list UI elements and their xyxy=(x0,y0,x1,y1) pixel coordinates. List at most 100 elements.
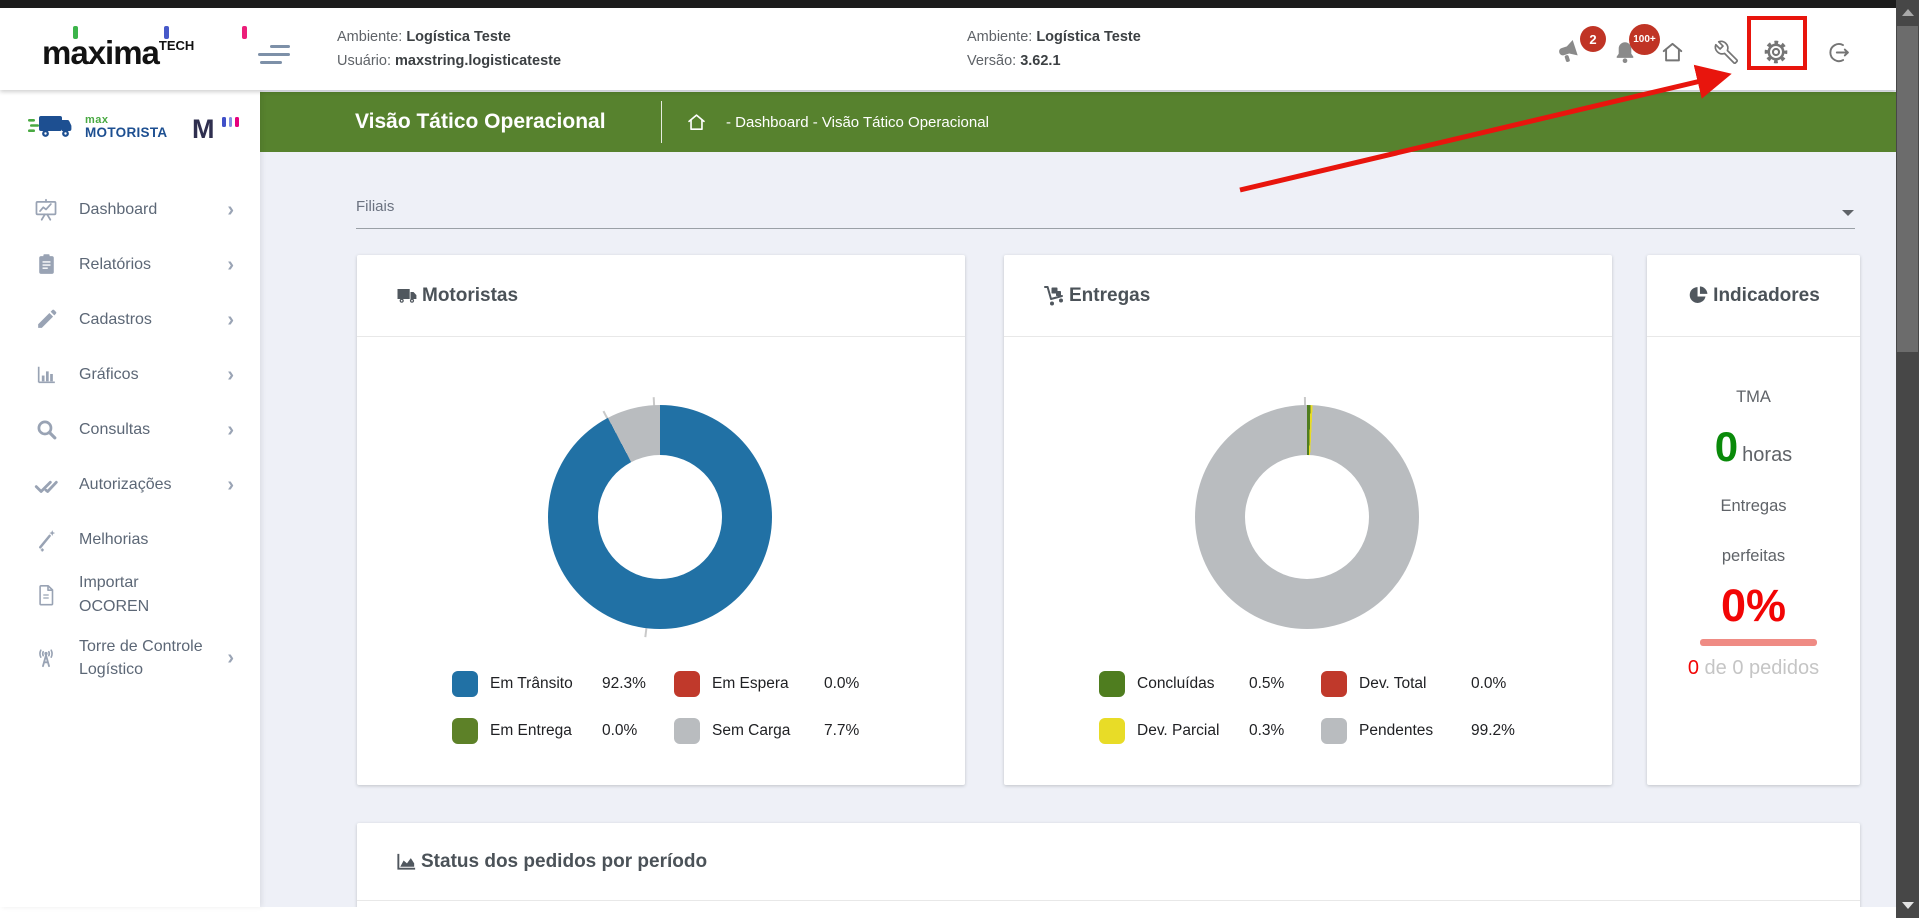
ambiente-value: Logística Teste xyxy=(1036,29,1141,45)
chevron-right-icon: › xyxy=(227,418,234,441)
home-icon[interactable] xyxy=(1659,39,1686,71)
sidebar-item-cadastros[interactable]: Cadastros › xyxy=(0,292,260,347)
document-icon xyxy=(33,582,59,608)
truck-logo-icon xyxy=(28,116,72,137)
indicadores-card: Indicadores TMA 0 horas Entregas perfeita… xyxy=(1647,255,1860,785)
usuario-value: maxstring.logisticateste xyxy=(395,53,562,69)
mini-logo-accents xyxy=(222,117,239,127)
magic-wand-icon xyxy=(33,527,59,553)
clipboard-icon xyxy=(33,252,59,278)
legend-item[interactable]: Dev. Parcial 0.3% xyxy=(1099,707,1321,754)
usuario-label: Usuário: xyxy=(337,53,391,69)
sidebar-item-consultas[interactable]: Consultas › xyxy=(0,402,260,457)
environment-info-right: Ambiente: Logística Teste Versão: 3.62.1 xyxy=(967,25,1141,73)
search-icon xyxy=(33,417,59,443)
legend-swatch xyxy=(1099,717,1125,744)
breadcrumb-home-icon[interactable] xyxy=(685,111,708,139)
entregas-perfeitas-label-1: Entregas xyxy=(1720,497,1787,515)
sidebar-item-relatorios[interactable]: Relatórios › xyxy=(0,237,260,292)
environment-info-left: Ambiente: Logística Teste Usuário: maxst… xyxy=(337,25,561,73)
scroll-down-button[interactable] xyxy=(1896,893,1919,917)
legend-item[interactable]: Pendentes 99.2% xyxy=(1321,707,1543,754)
sidebar-item-label: Relatórios xyxy=(79,255,152,273)
legend-swatch xyxy=(1099,670,1125,697)
sidebar-item-label: Autorizações xyxy=(79,475,172,493)
legend-value: 92.3% xyxy=(602,674,646,692)
legend-swatch xyxy=(674,717,700,744)
announcements-badge: 2 xyxy=(1580,26,1606,52)
chevron-right-icon: › xyxy=(227,647,234,669)
area-chart-icon xyxy=(395,850,418,873)
legend-label: Dev. Total xyxy=(1359,674,1427,692)
dropdown-caret-icon[interactable] xyxy=(1842,210,1854,216)
sidebar-item-torre-controle[interactable]: Torre de Controle Logístico › xyxy=(0,622,260,694)
progress-bar xyxy=(1700,639,1817,646)
card-title: Entregas xyxy=(1069,284,1151,306)
main-content: Visão Tático Operacional - Dashboard - V… xyxy=(260,90,1896,907)
card-title: Indicadores xyxy=(1713,284,1820,306)
chevron-right-icon: › xyxy=(227,198,234,221)
antenna-icon xyxy=(33,645,59,671)
legend-swatch xyxy=(452,670,478,697)
notifications-badge: 100+ xyxy=(1629,24,1660,55)
wrench-icon[interactable] xyxy=(1713,39,1740,71)
vertical-scrollbar[interactable] xyxy=(1896,0,1919,918)
sidebar-item-label: Importar OCOREN xyxy=(79,574,150,615)
donut-hole xyxy=(1245,455,1369,579)
card-title: Motoristas xyxy=(422,284,519,306)
page-header-bar: Visão Tático Operacional - Dashboard - V… xyxy=(260,92,1896,152)
sidebar-item-importar-ocoren[interactable]: Importar OCOREN xyxy=(0,567,260,622)
chevron-right-icon: › xyxy=(227,363,234,386)
legend-item[interactable]: Sem Carga 7.7% xyxy=(674,707,896,754)
pedidos-count-value: 0 xyxy=(1687,657,1699,679)
ambiente-label: Ambiente: xyxy=(337,29,403,45)
status-card-header: Status dos pedidos por período xyxy=(357,823,1860,901)
tma-hours-number: 0 xyxy=(1714,423,1739,470)
legend-label: Dev. Parcial xyxy=(1137,721,1220,739)
entregas-legend: Concluídas 0.5% Dev. Total 0.0% Dev. Par… xyxy=(1099,660,1549,754)
brand-suffix: TECH xyxy=(158,38,195,53)
chevron-right-icon: › xyxy=(227,253,234,276)
highlight-box-settings xyxy=(1747,16,1807,70)
entregas-donut-chart xyxy=(1195,397,1419,629)
legend-item[interactable]: Em Trânsito 92.3% xyxy=(452,660,674,707)
logout-icon[interactable] xyxy=(1825,39,1852,71)
app-window: maximaTECH Ambiente: Logística Teste Usu… xyxy=(0,0,1919,918)
sidebar-item-graficos[interactable]: Gráficos › xyxy=(0,347,260,402)
scrollbar-thumb[interactable] xyxy=(1897,26,1918,352)
indicadores-card-header: Indicadores xyxy=(1647,255,1860,337)
hamburger-menu-icon[interactable] xyxy=(258,45,294,67)
motoristas-legend: Em Trânsito 92.3% Em Espera 0.0% Em Entr… xyxy=(452,660,902,754)
pedidos-count-text: de 0 pedidos xyxy=(1699,657,1820,679)
top-header: maximaTECH Ambiente: Logística Teste Usu… xyxy=(0,8,1896,90)
legend-item[interactable]: Em Espera 0.0% xyxy=(674,660,896,707)
donut-tick xyxy=(644,628,648,638)
maxima-logo-text: maximaTECH xyxy=(42,34,194,72)
sidebar-item-dashboard[interactable]: Dashboard › xyxy=(0,182,260,237)
legend-item[interactable]: Dev. Total 0.0% xyxy=(1321,660,1543,707)
sidebar-item-melhorias[interactable]: Melhorias xyxy=(0,512,260,567)
scroll-up-button[interactable] xyxy=(1896,0,1919,24)
bar-chart-icon xyxy=(33,362,59,388)
brand-name: maxima xyxy=(42,34,160,71)
legend-item[interactable]: Concluídas 0.5% xyxy=(1099,660,1321,707)
dolly-icon xyxy=(1042,284,1066,308)
sidebar-item-autorizacoes[interactable]: Autorizações › xyxy=(0,457,260,512)
mini-m-logo: M xyxy=(192,114,215,144)
legend-item[interactable]: Em Entrega 0.0% xyxy=(452,707,674,754)
entregas-perfeitas-label-2: perfeitas xyxy=(1721,547,1786,565)
page-title: Visão Tático Operacional xyxy=(355,110,606,133)
legend-label: Em Entrega xyxy=(490,721,572,739)
legend-label: Pendentes xyxy=(1359,721,1434,739)
pencil-icon xyxy=(33,307,59,333)
legend-swatch xyxy=(452,717,478,744)
filiais-label: Filiais xyxy=(356,198,395,215)
logo-motorista-text: MOTORISTA xyxy=(85,124,168,140)
logo-accent-green xyxy=(73,26,78,39)
legend-label: Em Trânsito xyxy=(490,674,573,692)
motoristas-card-header: Motoristas xyxy=(357,255,965,337)
legend-label: Sem Carga xyxy=(712,721,791,739)
filiais-underline xyxy=(356,228,1855,229)
filiais-select[interactable] xyxy=(356,190,1855,230)
legend-swatch xyxy=(674,670,700,697)
